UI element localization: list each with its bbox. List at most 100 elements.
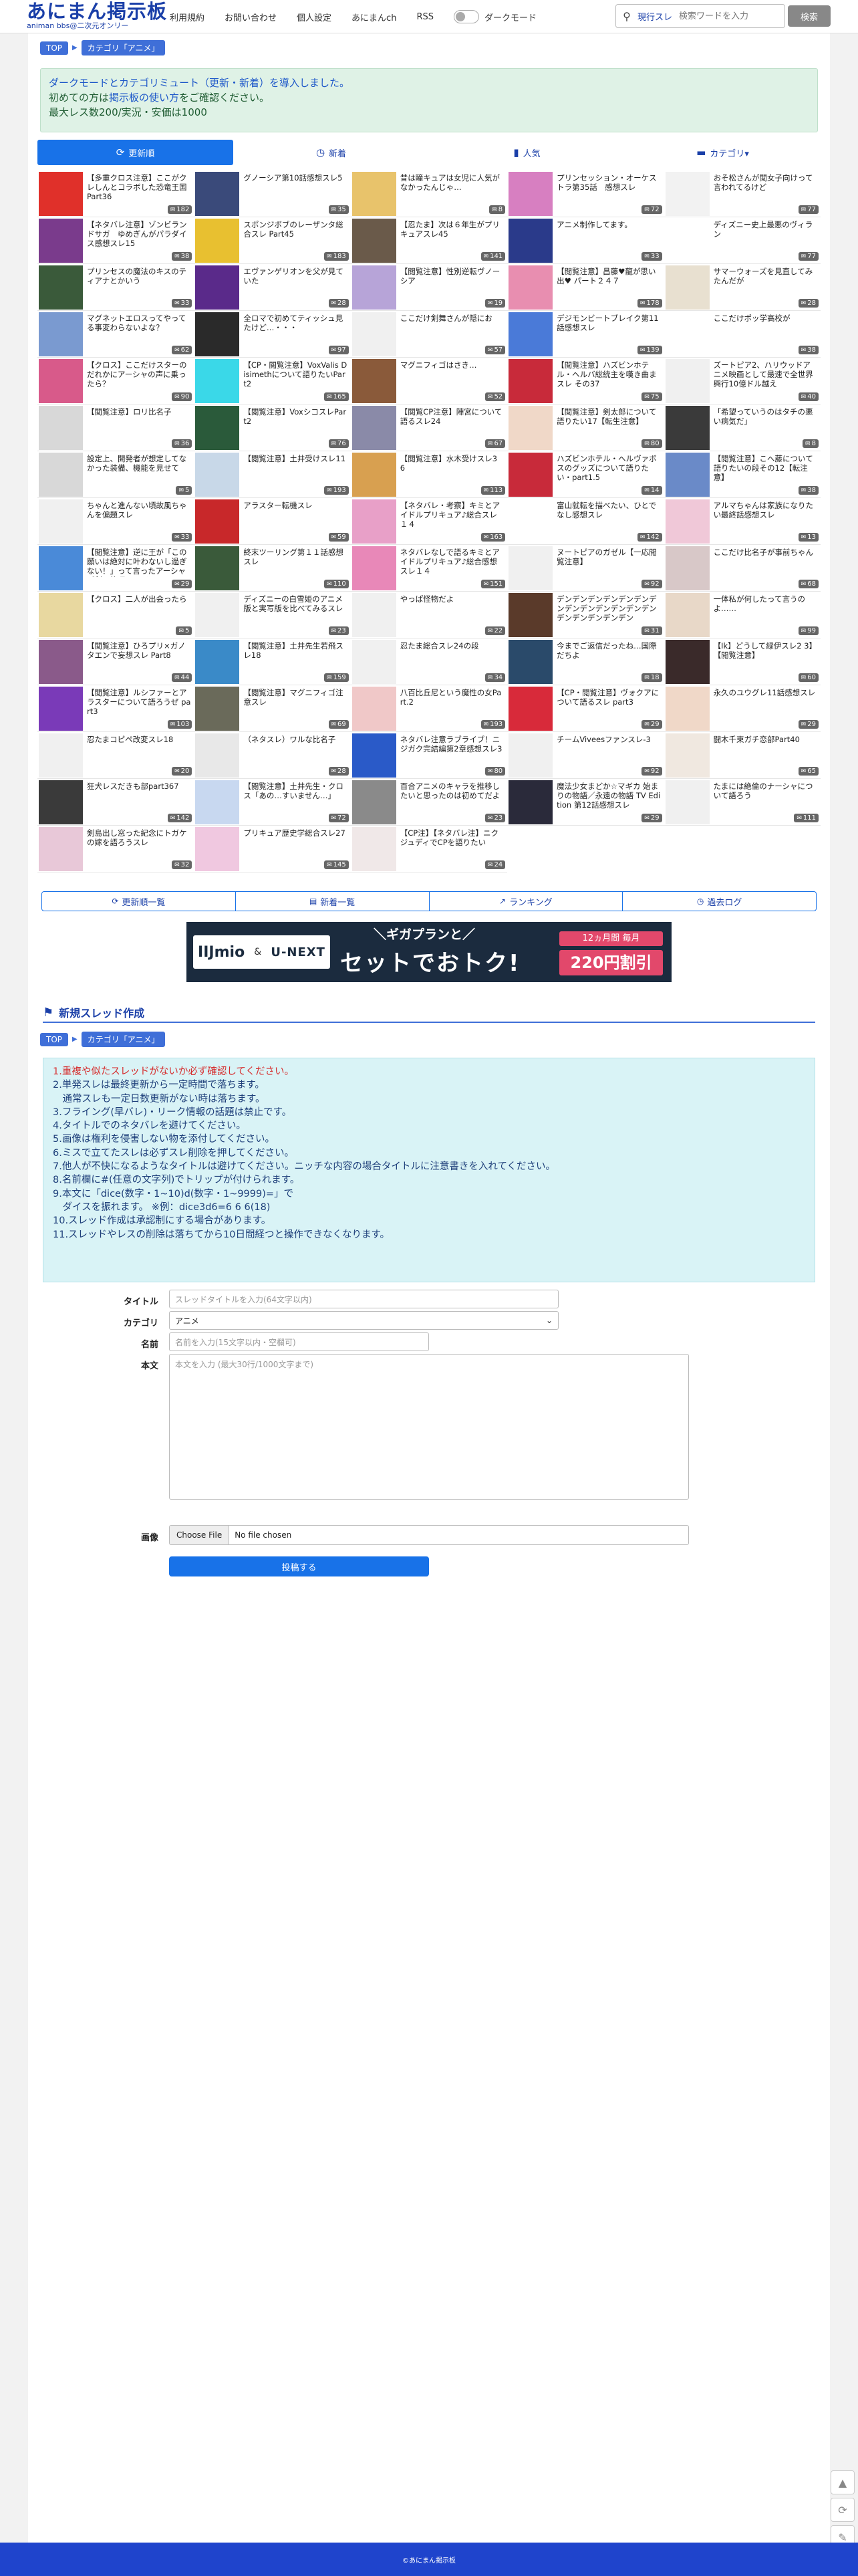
thread-thumbnail[interactable] [509, 546, 553, 590]
thread-thumbnail[interactable] [39, 593, 83, 637]
ranking-button[interactable]: ↗ ランキング [430, 892, 623, 911]
thread-title[interactable]: アニメ制作してます。 [557, 220, 661, 229]
thread-item[interactable]: エヴァンゲリオンを父が見ていた ✉ 28 [194, 264, 351, 311]
thread-thumbnail[interactable] [39, 172, 83, 216]
thread-item[interactable]: ディズニーの白雪姫のアニメ版と実写版を比べてみるスレ ✉ 23 [194, 592, 351, 638]
thread-thumbnail[interactable] [665, 546, 710, 590]
thread-title[interactable]: 【閲覧注意】昌藤♥龍が思い出♥ パート２４７ [557, 267, 661, 285]
thread-title[interactable]: 狂犬レスだきも部part367 [87, 782, 191, 791]
thread-title[interactable]: プリンセッション・オーケストラ第35話 感想スレ [557, 173, 661, 192]
thread-item[interactable]: 百合アニメのキャラを推移したいと思ったのは初めてだよ ✉ 23 [350, 779, 508, 826]
thread-thumbnail[interactable] [39, 219, 83, 263]
thread-title[interactable]: 【CP・閲覧注意】VoxValis Disimethについて語りたいPart2 [243, 360, 347, 388]
thread-item[interactable]: やっぱ怪物だよ ✉ 22 [350, 592, 508, 638]
thread-title[interactable]: 八百比丘尼という魔性の女Part.2 [400, 688, 505, 707]
thread-item[interactable]: たまには絶倫のナーシャについて語ろう ✉ 111 [664, 779, 821, 826]
thread-thumbnail[interactable] [39, 687, 83, 731]
thread-thumbnail[interactable] [195, 265, 240, 310]
thread-thumbnail[interactable] [351, 499, 396, 544]
thread-title[interactable]: アルマちゃんは家族になりたい最終話感想スレ [714, 501, 818, 519]
thread-item[interactable]: ディズニー史上最悪のヴィラン ✉ 77 [664, 217, 821, 264]
thread-item[interactable]: アニメ制作してます。 ✉ 33 [507, 217, 664, 264]
thread-item[interactable]: 今までご返信だったね…国際だちよ ✉ 18 [507, 638, 664, 685]
thread-item[interactable]: 【クロス】二人が出会ったら ✉ 5 [37, 592, 194, 638]
thread-item[interactable]: ハズビンホテル・ヘルヴァボスのグッズについて語りたい・part1.5 ✉ 14 [507, 451, 664, 498]
thread-item[interactable]: 【ネタバレ・考察】キミとアイドルプリキュア♪総合スレ１４ ✉ 163 [350, 498, 508, 545]
thread-thumbnail[interactable] [351, 219, 396, 263]
thread-thumbnail[interactable] [195, 593, 240, 637]
thread-thumbnail[interactable] [509, 733, 553, 778]
thread-thumbnail[interactable] [351, 733, 396, 778]
thread-item[interactable]: 忍たま総合スレ24の段 ✉ 34 [350, 638, 508, 685]
thread-thumbnail[interactable] [39, 780, 83, 824]
thread-thumbnail[interactable] [509, 593, 553, 637]
thread-thumbnail[interactable] [665, 172, 710, 216]
thread-thumbnail[interactable] [665, 359, 710, 403]
thread-item[interactable]: ここだけ剣舞さんが隠にお ✉ 57 [350, 311, 508, 358]
thread-item[interactable]: 【閲覧注意】VoxシコスレPart2 ✉ 76 [194, 404, 351, 451]
thread-item[interactable]: 全ロマで初めてティッシュ見たけど…・・・ ✉ 97 [194, 311, 351, 358]
thread-title[interactable]: 【CP・閲覧注意】ヴォクアについて語るスレ part3 [557, 688, 661, 707]
thread-item[interactable]: アルマちゃんは家族になりたい最終話感想スレ ✉ 13 [664, 498, 821, 545]
breadcrumb-category[interactable]: カテゴリ「アニメ」 [81, 40, 166, 55]
thread-item[interactable]: 【忍たま】次は６年生がプリキュアスレ45 ✉ 141 [350, 217, 508, 264]
thread-item[interactable]: アラスター転機スレ ✉ 59 [194, 498, 351, 545]
thread-thumbnail[interactable] [39, 359, 83, 403]
thread-item[interactable]: 【閲覧注意】ひろプリ×ガノタエンで妄想スレ Part8 ✉ 44 [37, 638, 194, 685]
dark-mode-toggle[interactable]: ダークモード [453, 10, 557, 23]
thread-title[interactable]: 【CP注】【ネタバレ注】ニクジュディでCPを語りたい [400, 828, 505, 847]
reload-button[interactable]: ⟳ [831, 2498, 855, 2522]
thread-title[interactable]: 百合アニメのキャラを推移したいと思ったのは初めてだよ [400, 782, 505, 800]
thread-item[interactable]: 「希望っていうのはタチの悪い病気だ」 ✉ 8 [664, 404, 821, 451]
tab-update-order[interactable]: ⟳ 更新順 [37, 140, 233, 165]
thread-thumbnail[interactable] [665, 265, 710, 310]
thread-thumbnail[interactable] [665, 640, 710, 684]
thread-title[interactable]: 【閲覧注意】マグニフィゴ注意スレ [243, 688, 347, 707]
thread-item[interactable]: 【閲覧注意】土井先生・クロス「あの…すいません…」 ✉ 72 [194, 779, 351, 826]
search-input[interactable] [679, 11, 780, 21]
thread-title[interactable]: 設定上、開発者が想定してなかった装備、機能を見せて [87, 454, 191, 473]
thread-title[interactable]: ディズニー史上最悪のヴィラン [714, 220, 818, 239]
thread-item[interactable]: （ネタスレ）ワルな比名子 ✉ 28 [194, 732, 351, 779]
thread-item[interactable]: 【多重クロス注意】ここがクレしんとコラボした恐竜王国Part36 ✉ 182 [37, 170, 194, 217]
toggle-switch[interactable] [453, 10, 479, 23]
thread-thumbnail[interactable] [39, 453, 83, 497]
thread-title[interactable]: 【閲覧注意】こへ藤について語りたいの段その12【転注意】 [714, 454, 818, 482]
thread-thumbnail[interactable] [195, 640, 240, 684]
thread-item[interactable]: おそ松さんが閲女子向けって言われてるけど ✉ 77 [664, 170, 821, 217]
thread-title[interactable]: ここだけ剣舞さんが隠にお [400, 314, 505, 323]
thread-title[interactable]: 一体私が何したって言うのよ…… [714, 594, 818, 613]
thread-item[interactable]: チームViveesファンスレ-3 ✉ 92 [507, 732, 664, 779]
thread-title[interactable]: 今までご返信だったね…国際だちよ [557, 641, 661, 660]
thread-item[interactable]: 【Ik】どうして緑伊スレ2 3】【閲覧注意】 ✉ 60 [664, 638, 821, 685]
thread-thumbnail[interactable] [351, 359, 396, 403]
thread-item[interactable]: 【閲覧注意】土井受けスレ11 ✉ 193 [194, 451, 351, 498]
thread-thumbnail[interactable] [195, 172, 240, 216]
thread-item[interactable]: 魔法少女まどか☆マギカ 始まりの物語／永遠の物語 TV Edition 第12話… [507, 779, 664, 826]
thread-item[interactable]: 【閲覧注意】ルシファーとアラスターについて語ろうぜ part3 ✉ 103 [37, 685, 194, 732]
thread-item[interactable]: 狂犬レスだきも部part367 ✉ 142 [37, 779, 194, 826]
nav-terms[interactable]: 利用規約 [170, 11, 204, 23]
thread-thumbnail[interactable] [351, 640, 396, 684]
thread-title[interactable]: マグネットエロスってやってる事変わらないよな？ [87, 314, 191, 332]
thread-thumbnail[interactable] [509, 499, 553, 544]
thread-thumbnail[interactable] [665, 687, 710, 731]
thread-title[interactable]: ヌートピアのガゼル【一応閲覧注意】 [557, 548, 661, 566]
thread-title[interactable]: デンデンデンデンデンデンデンデンデンデンデンデンデンデンデンデンデンデン [557, 594, 661, 622]
thread-thumbnail[interactable] [195, 453, 240, 497]
thread-item[interactable]: 設定上、開発者が想定してなかった装備、機能を見せて ✉ 5 [37, 451, 194, 498]
thread-item[interactable]: 八百比丘尼という魔性の女Part.2 ✉ 193 [350, 685, 508, 732]
thread-item[interactable]: プリンセッション・オーケストラ第35話 感想スレ ✉ 72 [507, 170, 664, 217]
thread-title[interactable]: スポンジボブのレーザンタ総合スレ Part45 [243, 220, 347, 239]
site-logo[interactable]: あにまん掲示板 animan bbs@二次元オンリー [27, 1, 167, 32]
thread-title[interactable]: チームViveesファンスレ-3 [557, 735, 661, 744]
thread-title[interactable]: 【閲覧注意】ハズビンホテル・ヘルバ総統主を嘆き曲まスレ その37 [557, 360, 661, 388]
thread-thumbnail[interactable] [665, 453, 710, 497]
thread-thumbnail[interactable] [665, 406, 710, 450]
thread-title[interactable]: 永久のユウグレ11話感想スレ [714, 688, 818, 697]
thread-thumbnail[interactable] [39, 406, 83, 450]
thread-item[interactable]: 【閲覧CP注意】陣宮について語るスレ24 ✉ 67 [350, 404, 508, 451]
breadcrumb-top[interactable]: TOP [40, 1032, 69, 1046]
thread-thumbnail[interactable] [665, 499, 710, 544]
thread-thumbnail[interactable] [195, 499, 240, 544]
